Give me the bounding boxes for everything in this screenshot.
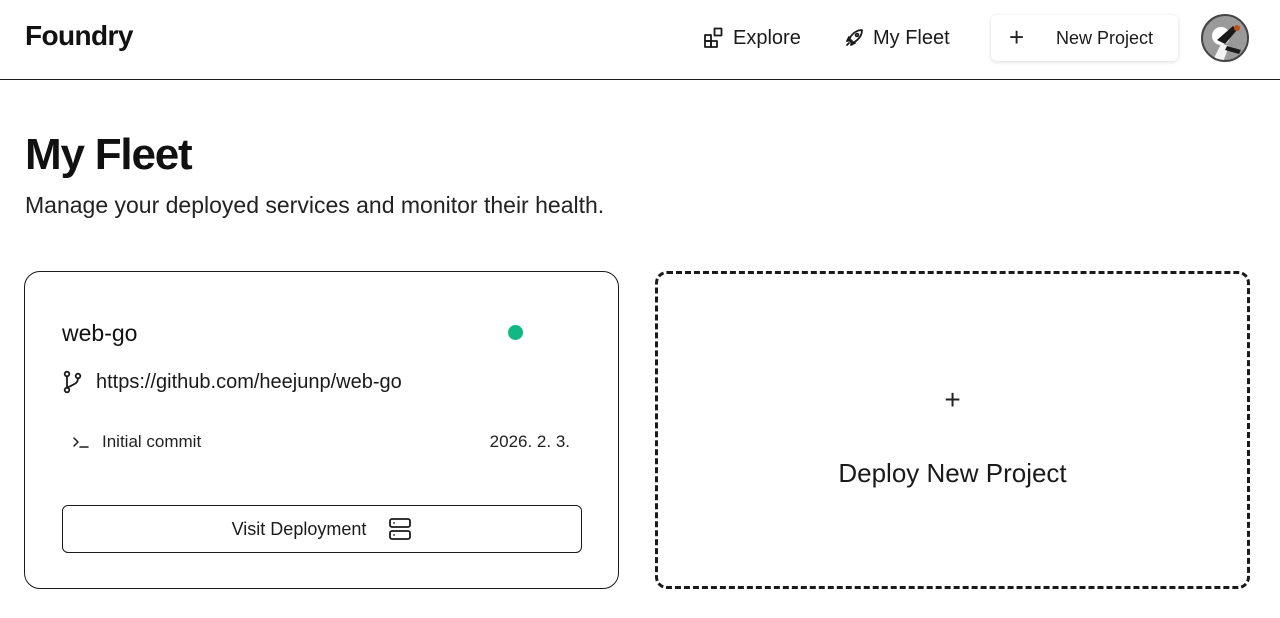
commit-row: Initial commit [72,432,201,452]
project-card: web-go https://github.com/heejunp/web-go… [24,271,619,589]
git-branch-icon [63,370,82,394]
commit-message: Initial commit [102,432,202,451]
plus-icon: + [944,384,961,415]
top-header: Foundry Explore My Fleet + New Project [0,0,1280,80]
new-project-label: New Project [1056,28,1154,48]
avatar[interactable] [1201,14,1249,62]
plus-icon: + [1009,22,1025,52]
new-project-button[interactable]: + New Project [991,15,1178,61]
server-icon [389,518,412,540]
visit-deployment-label: Visit Deployment [231,518,367,539]
status-indicator [508,325,523,340]
repo-row: https://github.com/heejunp/web-go [62,370,402,394]
nav-explore-label: Explore [733,26,801,49]
visit-deployment-button[interactable]: Visit Deployment [62,505,582,553]
rocket-icon [846,29,863,46]
grid-icon [704,27,723,48]
nav-explore[interactable]: Explore [702,24,801,52]
page-subtitle: Manage your deployed services and monito… [25,192,605,218]
terminal-icon [73,437,89,448]
commit-date: 2026. 2. 3. [489,432,570,451]
deploy-new-project-card[interactable]: + Deploy New Project [655,271,1250,589]
repo-link[interactable]: https://github.com/heejunp/web-go [96,371,402,394]
page-title: My Fleet [25,130,193,179]
deploy-new-project-label: Deploy New Project [838,458,1067,488]
nav-my-fleet[interactable]: My Fleet [842,24,950,52]
brand-logo[interactable]: Foundry [25,20,133,52]
avatar-image [1203,16,1247,60]
nav-my-fleet-label: My Fleet [873,26,950,49]
project-name: web-go [62,320,138,346]
